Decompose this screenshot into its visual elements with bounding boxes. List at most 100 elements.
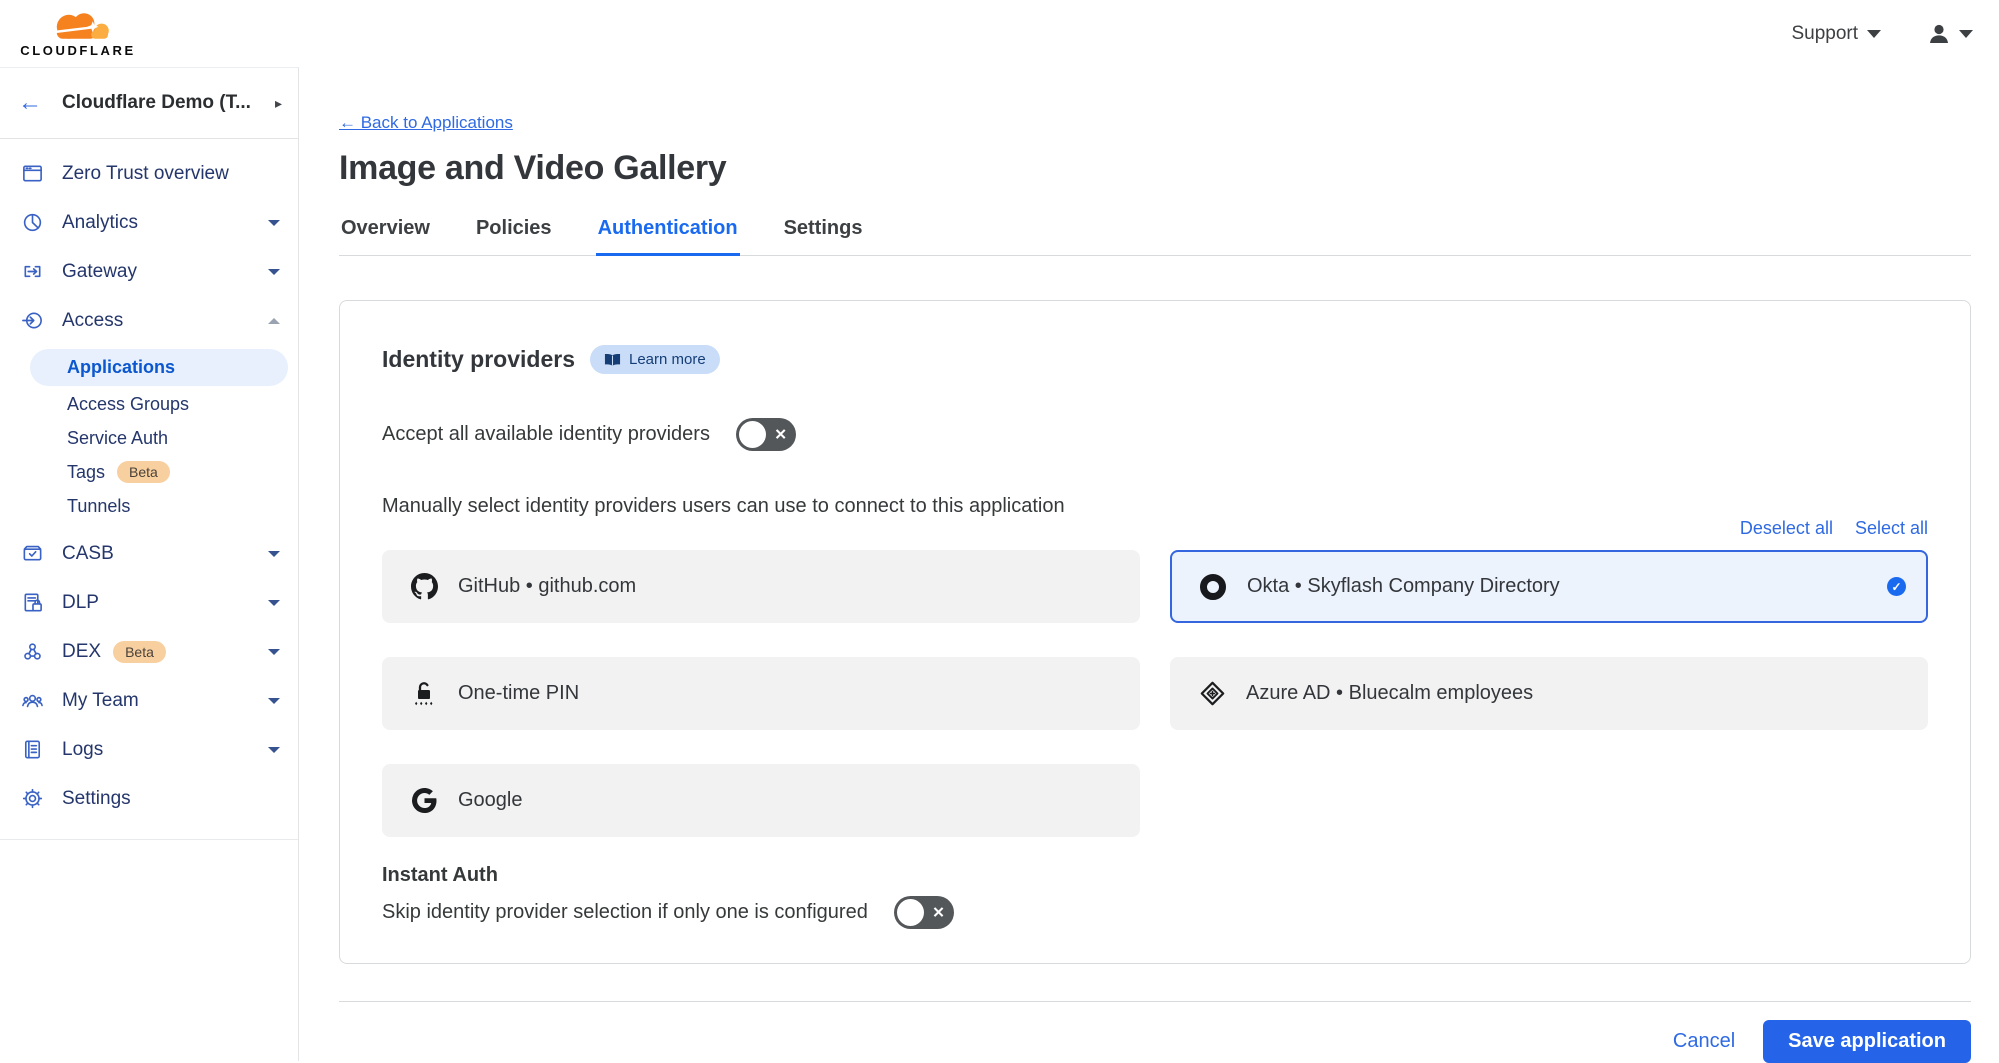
sidebar-subitem-label: Access Groups [67,394,189,415]
sidebar-item-logs[interactable]: Logs [0,725,298,774]
user-icon [1927,22,1951,46]
page-title: Image and Video Gallery [339,149,1971,188]
chevron-down-icon [268,220,280,226]
provider-label: Azure AD • Bluecalm employees [1246,682,1533,705]
save-application-button[interactable]: Save application [1763,1020,1971,1063]
user-menu[interactable] [1927,22,1973,46]
deselect-all-link[interactable]: Deselect all [1740,518,1833,539]
chevron-right-icon[interactable]: ▸ [275,95,282,112]
sidebar-subitem-label: Tags [67,462,105,483]
sidebar-subitem-label: Tunnels [67,496,130,517]
provider-label: One-time PIN [458,682,579,705]
provider-label: GitHub • github.com [458,575,636,598]
network-nodes-icon [20,640,44,663]
sidebar-item-dex[interactable]: DEX Beta [0,627,298,676]
sidebar-item-label: DEX [62,641,101,663]
azure-ad-icon [1198,680,1226,707]
tab-overview[interactable]: Overview [339,217,432,256]
access-login-icon [20,309,44,332]
identity-providers-card: Identity providers Learn more Accept all… [339,300,1971,964]
window-icon [20,162,44,185]
sidebar-item-casb[interactable]: CASB [0,529,298,578]
sidebar-item-label: Analytics [62,212,138,234]
provider-tile-google[interactable]: Google [382,764,1140,837]
sidebar-item-label: My Team [62,690,139,712]
back-arrow-icon[interactable]: ← [18,91,42,115]
accept-all-toggle[interactable]: ✕ [736,418,796,451]
main-content: ← Back to Applications Image and Video G… [299,67,1999,1061]
provider-label: Google [458,789,523,812]
learn-more-label: Learn more [629,351,706,368]
sidebar-item-dlp[interactable]: DLP [0,578,298,627]
tab-authentication[interactable]: Authentication [596,217,740,256]
sidebar-item-analytics[interactable]: Analytics [0,198,298,247]
chevron-down-icon [268,649,280,655]
provider-tile-azure-ad[interactable]: Azure AD • Bluecalm employees [1170,657,1928,730]
card-heading: Identity providers [382,346,575,373]
provider-tile-github[interactable]: GitHub • github.com [382,550,1140,623]
chevron-up-icon [268,318,280,324]
toggle-knob [897,899,924,926]
beta-badge: Beta [113,641,166,663]
gear-icon [20,787,44,810]
select-all-link[interactable]: Select all [1855,518,1928,539]
tab-settings[interactable]: Settings [782,217,865,256]
github-icon [410,573,438,600]
toggle-knob [739,421,766,448]
provider-label: Okta • Skyflash Company Directory [1247,575,1560,598]
okta-icon [1199,574,1227,600]
back-to-applications-link[interactable]: ← Back to Applications [339,113,513,133]
sidebar-nav: Zero Trust overview Analytics Gateway Ac… [0,139,298,840]
gateway-icon [20,260,44,283]
sidebar-item-settings[interactable]: Settings [0,774,298,823]
provider-tile-okta[interactable]: Okta • Skyflash Company Directory ✓ [1170,550,1928,623]
sidebar-item-tags[interactable]: Tags Beta [0,455,298,489]
instant-auth-heading: Instant Auth [382,864,1928,887]
sidebar-item-label: Gateway [62,261,137,283]
sidebar-item-my-team[interactable]: My Team [0,676,298,725]
top-bar: CLOUDFLARE Support [0,0,1999,67]
instant-auth-toggle[interactable]: ✕ [894,896,954,929]
people-icon [20,689,44,712]
sidebar-subitem-label: Service Auth [67,428,168,449]
cloudflare-cloud-icon [40,10,117,42]
sidebar-item-zero-trust-overview[interactable]: Zero Trust overview [0,149,298,198]
beta-badge: Beta [117,461,170,483]
sidebar-item-tunnels[interactable]: Tunnels [0,489,298,523]
provider-tile-one-time-pin[interactable]: One-time PIN [382,657,1140,730]
account-name[interactable]: Cloudflare Demo (T... [62,92,275,114]
action-footer: Cancel Save application [339,1001,1971,1063]
pie-chart-icon [20,211,44,234]
sidebar-divider [0,839,298,840]
chevron-down-icon [1959,30,1973,38]
sidebar-item-label: Logs [62,739,103,761]
learn-more-badge[interactable]: Learn more [590,345,720,374]
box-check-icon [20,542,44,565]
cloudflare-logo[interactable]: CLOUDFLARE [14,10,142,58]
brand-text: CLOUDFLARE [20,43,136,58]
sidebar-item-access-groups[interactable]: Access Groups [0,387,298,421]
document-lock-icon [20,591,44,614]
sidebar-item-service-auth[interactable]: Service Auth [0,421,298,455]
sidebar-item-gateway[interactable]: Gateway [0,247,298,296]
toggle-off-x-icon: ✕ [932,903,945,921]
book-icon [604,353,621,367]
sidebar-item-access[interactable]: Access [0,296,298,345]
sidebar-item-label: Access [62,310,123,332]
sidebar-item-applications[interactable]: Applications [30,349,288,386]
chevron-down-icon [268,269,280,275]
identity-provider-grid: GitHub • github.com Okta • Skyflash Comp… [382,550,1928,837]
tab-bar: Overview Policies Authentication Setting… [339,217,1971,256]
support-menu[interactable]: Support [1791,23,1881,45]
account-header: ← Cloudflare Demo (T... ▸ [0,68,298,139]
instant-auth-label: Skip identity provider selection if only… [382,901,868,924]
selected-check-icon: ✓ [1887,577,1906,596]
one-time-pin-icon [410,681,438,707]
sidebar: ← Cloudflare Demo (T... ▸ Zero Trust ove… [0,67,299,1061]
google-icon [410,788,438,813]
chevron-down-icon [268,551,280,557]
cancel-button[interactable]: Cancel [1673,1030,1735,1053]
chevron-down-icon [1867,30,1881,38]
accept-all-label: Accept all available identity providers [382,423,710,446]
tab-policies[interactable]: Policies [474,217,554,256]
